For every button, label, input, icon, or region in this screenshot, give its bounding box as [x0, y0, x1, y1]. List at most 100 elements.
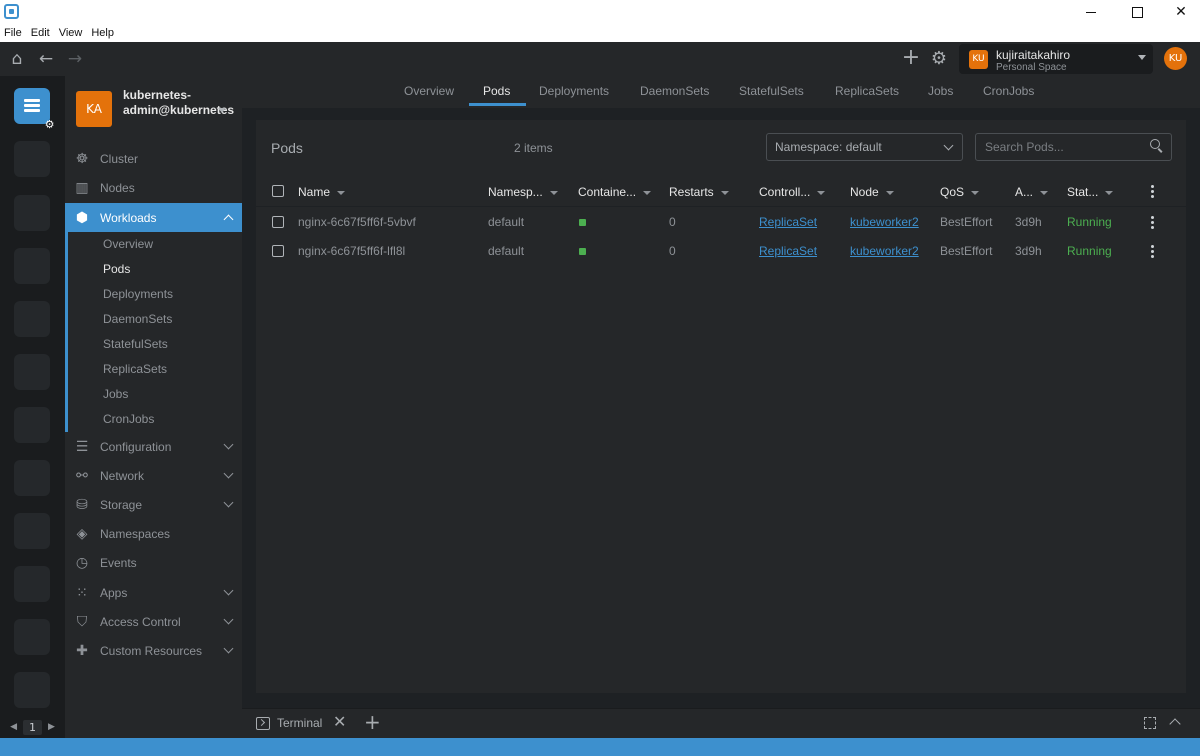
sidebar: KA kubernetes-admin@kubernetes ☸ Cluster… — [65, 76, 242, 738]
terminal-icon — [256, 717, 270, 730]
submenu-item-jobs[interactable]: Jobs — [103, 387, 128, 401]
hotbar-slot[interactable] — [14, 407, 50, 443]
tab-deployments[interactable]: Deployments — [539, 84, 609, 98]
hotbar-slot[interactable] — [14, 460, 50, 496]
column-age[interactable]: A... — [1015, 185, 1049, 199]
tab-replicasets[interactable]: ReplicaSets — [835, 84, 899, 98]
row-menu-icon[interactable] — [1151, 245, 1155, 259]
column-node[interactable]: Node — [850, 185, 894, 199]
cluster-header[interactable]: KA kubernetes-admin@kubernetes — [65, 76, 242, 142]
row-menu-icon[interactable] — [1151, 216, 1155, 230]
hotbar-slot[interactable] — [14, 141, 50, 177]
prev-page-icon[interactable]: ◀ — [10, 722, 17, 732]
table-row[interactable]: nginx-6c67f5ff6f-5vbvf default 0 Replica… — [256, 208, 1186, 237]
column-name[interactable]: Name — [298, 185, 346, 199]
submenu-item-statefulsets[interactable]: StatefulSets — [103, 337, 168, 351]
controlled-by-link[interactable]: ReplicaSet — [759, 244, 817, 258]
close-window-button[interactable]: ✕ — [1158, 0, 1200, 24]
user-avatar[interactable]: KU — [1164, 47, 1187, 70]
submenu-item-daemonsets[interactable]: DaemonSets — [103, 312, 172, 326]
pod-qos: BestEffort — [940, 215, 993, 229]
sidebar-item-label: Events — [100, 555, 137, 570]
sidebar-item-namespaces[interactable]: ◈ Namespaces — [65, 519, 242, 548]
space-selector[interactable]: KU kujiraitakahiro Personal Space — [959, 44, 1153, 74]
apps-grid-icon: ⁙ — [76, 584, 88, 601]
close-icon[interactable]: ✕ — [333, 712, 346, 731]
chevron-up-icon[interactable] — [1169, 718, 1181, 730]
hotbar-slot[interactable] — [14, 619, 50, 655]
terminal-tab[interactable]: Terminal — [277, 716, 322, 730]
caret-down-icon — [1138, 55, 1146, 60]
controlled-by-link[interactable]: ReplicaSet — [759, 215, 817, 229]
node-link[interactable]: kubeworker2 — [850, 244, 919, 258]
namespace-select-value: Namespace: default — [775, 140, 882, 154]
table-header: Name Namesp... Containe... Restarts Cont… — [256, 177, 1186, 207]
search-input[interactable] — [975, 133, 1172, 161]
submenu-item-pods[interactable]: Pods — [103, 262, 130, 276]
hotbar-slot[interactable] — [14, 566, 50, 602]
cluster-avatar: KA — [76, 91, 112, 127]
minimize-button[interactable] — [1068, 0, 1114, 24]
submenu-item-cronjobs[interactable]: CronJobs — [103, 412, 154, 426]
database-icon: ⛁ — [76, 496, 88, 513]
sort-icon — [971, 190, 980, 195]
sidebar-item-configuration[interactable]: ☰ Configuration — [65, 432, 242, 461]
forward-arrow-icon[interactable]: → — [64, 48, 86, 70]
tab-cronjobs[interactable]: CronJobs — [983, 84, 1034, 98]
namespace-select[interactable]: Namespace: default — [766, 133, 963, 161]
tab-daemonsets[interactable]: DaemonSets — [640, 84, 709, 98]
column-controlled-by[interactable]: Controll... — [759, 185, 826, 199]
home-icon[interactable]: ⌂ — [6, 48, 28, 70]
space-name: kujiraitakahiro — [996, 48, 1071, 62]
columns-menu-icon[interactable] — [1151, 185, 1155, 199]
maximize-button[interactable] — [1114, 0, 1160, 24]
menu-view[interactable]: View — [59, 27, 83, 39]
hotbar-slot[interactable] — [14, 248, 50, 284]
column-status[interactable]: Stat... — [1067, 185, 1114, 199]
back-arrow-icon[interactable]: ← — [35, 48, 57, 70]
node-link[interactable]: kubeworker2 — [850, 215, 919, 229]
menu-help[interactable]: Help — [91, 27, 114, 39]
column-qos[interactable]: QoS — [940, 185, 980, 199]
sidebar-item-network[interactable]: ⚯ Network — [65, 461, 242, 490]
cluster-list-icon — [24, 99, 40, 113]
fullscreen-icon[interactable] — [1144, 717, 1156, 729]
tab-jobs[interactable]: Jobs — [928, 84, 953, 98]
tab-statefulsets[interactable]: StatefulSets — [739, 84, 804, 98]
tab-pods[interactable]: Pods — [483, 84, 510, 98]
caret-down-icon[interactable] — [218, 108, 226, 113]
column-label: Stat... — [1067, 185, 1099, 199]
hotbar-slot[interactable] — [14, 513, 50, 549]
sidebar-item-apps[interactable]: ⁙ Apps — [65, 578, 242, 607]
table-row[interactable]: nginx-6c67f5ff6f-lfl8l default 0 Replica… — [256, 237, 1186, 266]
sidebar-item-nodes[interactable]: ▥ Nodes — [65, 173, 242, 202]
sidebar-item-cluster[interactable]: ☸ Cluster — [65, 144, 242, 173]
next-page-icon[interactable]: ▶ — [48, 722, 55, 732]
hotbar-slot[interactable] — [14, 301, 50, 337]
sidebar-item-custom-resources[interactable]: ✚ Custom Resources — [65, 636, 242, 665]
sidebar-item-access-control[interactable]: ⛉ Access Control — [65, 607, 242, 636]
submenu-item-replicasets[interactable]: ReplicaSets — [103, 362, 167, 376]
gear-icon[interactable]: ⚙ — [928, 48, 950, 70]
tab-overview[interactable]: Overview — [404, 84, 454, 98]
column-namespace[interactable]: Namesp... — [488, 185, 558, 199]
sidebar-item-events[interactable]: ◷ Events — [65, 548, 242, 577]
column-restarts[interactable]: Restarts — [669, 185, 729, 199]
sidebar-item-storage[interactable]: ⛁ Storage — [65, 490, 242, 519]
add-icon[interactable]: + — [900, 47, 922, 69]
menu-edit[interactable]: Edit — [31, 27, 50, 39]
column-containers[interactable]: Containe... — [578, 185, 652, 199]
submenu-item-overview[interactable]: Overview — [103, 237, 153, 251]
sidebar-item-workloads[interactable]: ⬢ Workloads — [65, 203, 242, 232]
submenu-item-deployments[interactable]: Deployments — [103, 287, 173, 301]
gear-icon[interactable]: ⚙ — [43, 118, 56, 131]
menu-file[interactable]: File — [4, 27, 22, 39]
hotbar-slot[interactable] — [14, 672, 50, 708]
row-checkbox[interactable] — [272, 216, 284, 228]
add-icon[interactable]: + — [364, 710, 381, 734]
row-checkbox[interactable] — [272, 245, 284, 257]
hotbar-slot[interactable] — [14, 195, 50, 231]
hotbar-slot[interactable] — [14, 354, 50, 390]
select-all-checkbox[interactable] — [272, 185, 284, 197]
hotbar: ⚙ ◀ 1 ▶ — [0, 76, 65, 738]
